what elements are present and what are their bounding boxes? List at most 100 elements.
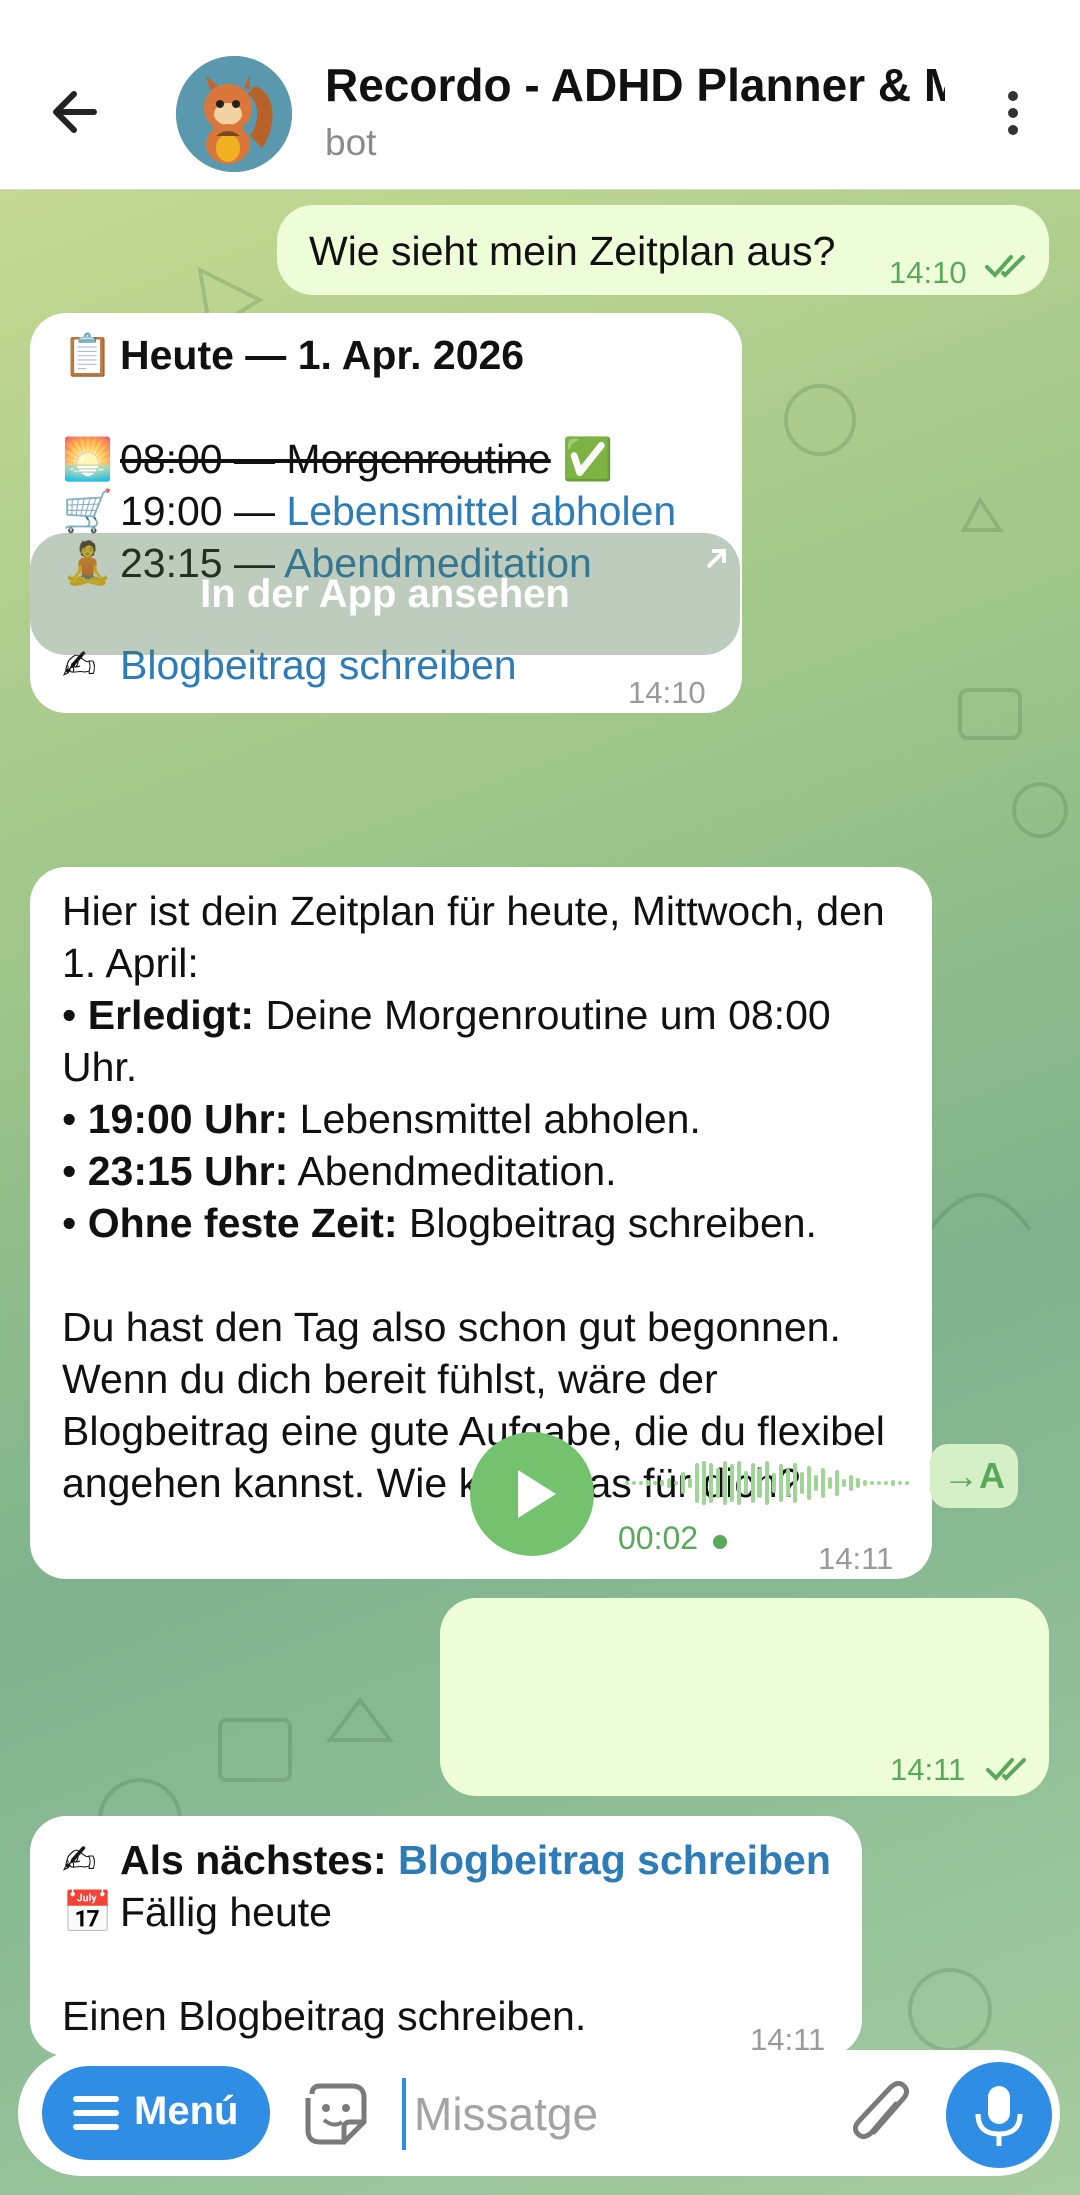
waveform-bar — [751, 1463, 755, 1503]
squirrel-avatar-icon — [176, 56, 292, 172]
transcribe-button[interactable]: →A — [930, 1444, 1018, 1508]
waveform-bar — [625, 1481, 629, 1485]
waveform-bar — [695, 1463, 699, 1503]
waveform-bar — [905, 1481, 909, 1485]
reply-bullet: • 19:00 Uhr: Lebensmittel abholen. — [62, 1096, 701, 1142]
reply-bullet: • 23:15 Uhr: Abendmeditation. — [62, 1148, 617, 1194]
waveform-bar — [758, 1468, 762, 1498]
message-input[interactable]: Missatge — [402, 2078, 822, 2150]
reply-bullet: • Erledigt: Deine Morgenroutine um 08:00… — [62, 992, 831, 1090]
bullet-text: Blogbeitrag schreiben. — [397, 1200, 817, 1246]
completed-task-morgenroutine: 08:00 — Morgenroutine — [120, 436, 551, 482]
waveform-bar — [723, 1461, 727, 1505]
waveform-bar — [632, 1481, 636, 1485]
bot-menu-button[interactable]: Menú — [42, 2066, 270, 2160]
next-label: Als nächstes: — [120, 1837, 398, 1883]
sticker-button[interactable] — [300, 2078, 372, 2150]
schedule-title: Heute — 1. Apr. 2026 — [120, 332, 525, 378]
task-description: Einen Blogbeitrag schreiben. — [62, 1993, 587, 2039]
waveform-bar — [898, 1481, 902, 1485]
message-time: 14:10 — [889, 255, 967, 290]
waveform-bar — [814, 1475, 818, 1491]
waveform-bar — [737, 1461, 741, 1505]
play-voice-button[interactable] — [470, 1432, 594, 1556]
task-time-prefix: 19:00 — — [120, 488, 287, 534]
waveform-bar — [646, 1480, 650, 1486]
waveform-bar — [660, 1480, 664, 1486]
bot-avatar[interactable] — [176, 56, 292, 172]
message-time: 14:11 — [818, 1541, 894, 1576]
outgoing-message[interactable]: Wie sieht mein Zeitplan aus? 14:10 — [277, 205, 1049, 295]
voice-duration: 00:02 — [618, 1520, 727, 1557]
next-task-link[interactable]: Blogbeitrag schreiben — [398, 1837, 831, 1883]
sunrise-icon: 🌅 — [62, 435, 114, 483]
waveform-bar — [667, 1478, 671, 1488]
waveform-bar — [744, 1471, 748, 1495]
back-arrow-icon — [53, 91, 97, 133]
message-time: 14:11 — [890, 1752, 966, 1787]
waveform-bar — [821, 1468, 825, 1498]
reply-intro: Hier ist dein Zeitplan für heute, Mittwo… — [62, 888, 885, 986]
calendar-icon: 📅 — [62, 1888, 114, 1936]
waveform-bar — [842, 1479, 846, 1487]
waveform-bar — [653, 1481, 657, 1485]
voice-waveform[interactable] — [625, 1453, 920, 1513]
chat-subtitle: bot — [325, 122, 377, 163]
play-icon — [518, 1470, 556, 1518]
clipboard-icon: 📋 — [62, 331, 114, 379]
reply-bullet: • Ohne feste Zeit: Blogbeitrag schreiben… — [62, 1200, 817, 1246]
attach-button[interactable] — [846, 2074, 916, 2154]
waveform-bar — [863, 1480, 867, 1486]
waveform-bar — [800, 1472, 804, 1494]
open-in-app-button[interactable]: In der App ansehen — [30, 533, 740, 655]
more-vertical-icon — [1008, 91, 1018, 135]
hamburger-icon — [73, 2096, 119, 2130]
waveform-bar — [730, 1464, 734, 1502]
bullet-label: Ohne feste Zeit: — [87, 1200, 398, 1246]
bullet-text: Lebensmittel abholen. — [288, 1096, 701, 1142]
waveform-bar — [856, 1478, 860, 1488]
waveform-bar — [870, 1481, 874, 1485]
waveform-bar — [779, 1464, 783, 1502]
waveform-bar — [639, 1481, 643, 1485]
waveform-bar — [716, 1468, 720, 1498]
task-link-lebensmittel[interactable]: Lebensmittel abholen — [286, 488, 676, 534]
message-text: Wie sieht mein Zeitplan aus? — [309, 228, 836, 274]
chat-title[interactable]: Recordo - ADHD Planner & M — [325, 58, 945, 112]
unplayed-dot-icon — [712, 1535, 727, 1549]
waveform-bar — [835, 1470, 839, 1496]
writing-hand-icon: ✍ — [62, 1836, 97, 1884]
open-in-app-label: In der App ansehen — [200, 572, 570, 616]
more-options-button[interactable] — [990, 88, 1036, 138]
waveform-bar — [891, 1480, 895, 1486]
waveform-bar — [709, 1463, 713, 1503]
bullet-text: Abendmeditation. — [288, 1148, 617, 1194]
back-button[interactable] — [44, 80, 108, 144]
double-check-icon — [985, 255, 1025, 278]
voice-record-button[interactable] — [946, 2062, 1052, 2168]
waveform-bar — [681, 1472, 685, 1494]
bullet-label: 19:00 Uhr: — [87, 1096, 289, 1142]
waveform-bar — [793, 1463, 797, 1503]
next-task-message[interactable]: ✍ Als nächstes: Blogbeitrag schreiben 📅 Fä… — [30, 1816, 862, 2057]
waveform-bar — [877, 1481, 881, 1485]
paperclip-icon — [852, 2080, 910, 2140]
waveform-bar — [786, 1469, 790, 1497]
waveform-bar — [807, 1466, 811, 1500]
sticker-icon — [305, 2083, 367, 2145]
waveform-bar — [702, 1461, 706, 1505]
menu-label: Menú — [134, 2089, 239, 2133]
voice-duration-text: 00:02 — [618, 1520, 699, 1556]
due-text: Fällig heute — [120, 1889, 332, 1935]
shopping-cart-icon: 🛒 — [62, 487, 114, 535]
waveform-bar — [674, 1481, 678, 1485]
chat-header: Recordo - ADHD Planner & M bot — [0, 0, 1080, 190]
waveform-bar — [828, 1477, 832, 1489]
waveform-bar — [772, 1473, 776, 1493]
checkmark-icon: ✅ — [562, 435, 614, 483]
waveform-bar — [765, 1461, 769, 1505]
waveform-bar — [688, 1478, 692, 1488]
double-check-icon — [986, 1758, 1026, 1781]
message-time: 14:10 — [628, 675, 706, 710]
waveform-bar — [884, 1481, 888, 1485]
